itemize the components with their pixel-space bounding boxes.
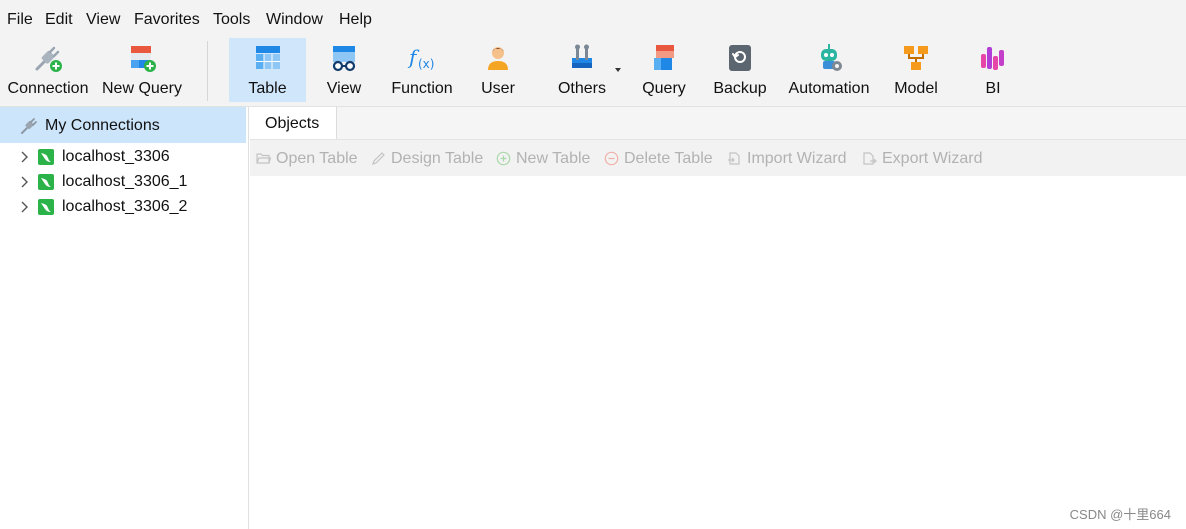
open-table-label: Open Table xyxy=(276,150,358,167)
bi-button[interactable]: BI xyxy=(964,38,1022,102)
query-label: Query xyxy=(642,80,686,97)
automation-icon xyxy=(821,44,842,71)
menu-help[interactable]: Help xyxy=(339,10,372,30)
table-icon xyxy=(255,46,280,69)
main-toolbar: Connection New Query Table View f (x) Fu… xyxy=(0,38,1186,107)
query-button[interactable]: Query xyxy=(630,38,698,102)
menu-bar: File Edit View Favorites Tools Window He… xyxy=(0,0,1186,38)
user-label: User xyxy=(481,80,515,97)
mysql-connection-icon xyxy=(38,199,54,215)
import-icon xyxy=(728,152,740,165)
model-label: Model xyxy=(894,80,938,97)
new-query-icon xyxy=(131,46,156,72)
connection-row-localhost-3306-2[interactable]: localhost_3306_2 xyxy=(0,195,246,220)
connection-label: localhost_3306_2 xyxy=(62,198,188,215)
view-label: View xyxy=(326,80,362,97)
menu-edit[interactable]: Edit xyxy=(45,10,73,30)
chevron-right-icon[interactable] xyxy=(19,150,31,164)
connection-icon xyxy=(35,46,62,72)
backup-label: Backup xyxy=(713,80,767,97)
function-icon: f (x) xyxy=(407,45,434,71)
connection-label: Connection xyxy=(7,80,89,97)
model-button[interactable]: Model xyxy=(884,38,948,102)
query-icon xyxy=(654,45,674,70)
import-wizard-label: Import Wizard xyxy=(747,150,847,167)
tab-strip: Objects xyxy=(250,107,1186,140)
chevron-right-icon[interactable] xyxy=(19,200,31,214)
connection-label: localhost_3306 xyxy=(62,148,170,165)
table-button[interactable]: Table xyxy=(229,38,306,102)
user-button[interactable]: User xyxy=(464,38,532,102)
function-label: Function xyxy=(391,80,453,97)
bi-icon xyxy=(981,47,1004,70)
others-icon xyxy=(572,44,592,68)
tab-objects-label: Objects xyxy=(265,115,320,132)
menu-window[interactable]: Window xyxy=(266,10,323,30)
connection-icon xyxy=(21,118,37,134)
svg-text:(x): (x) xyxy=(418,57,434,71)
backup-button[interactable]: Backup xyxy=(708,38,772,102)
connection-row-localhost-3306-1[interactable]: localhost_3306_1 xyxy=(0,170,246,195)
my-connections-label: My Connections xyxy=(45,117,160,134)
minus-circle-icon xyxy=(604,151,619,166)
watermark-text: CSDN @十里664 xyxy=(1069,507,1171,522)
delete-table-label: Delete Table xyxy=(624,150,713,167)
mysql-connection-icon xyxy=(38,149,54,165)
bi-label: BI xyxy=(985,80,1001,97)
table-label: Table xyxy=(248,80,287,97)
design-table-label: Design Table xyxy=(391,150,484,167)
menu-favorites[interactable]: Favorites xyxy=(134,10,200,30)
view-button[interactable]: View xyxy=(308,38,380,102)
function-button[interactable]: f (x) Function xyxy=(384,38,460,102)
menu-tools[interactable]: Tools xyxy=(213,10,250,30)
pencil-icon xyxy=(372,152,385,165)
objects-action-bar: Open Table Design Table New Table Delete… xyxy=(250,140,1186,176)
view-icon xyxy=(332,46,356,72)
folder-open-icon xyxy=(256,153,271,164)
others-label: Others xyxy=(557,80,606,97)
new-table-label: New Table xyxy=(516,150,591,167)
connection-row-localhost-3306[interactable]: localhost_3306 xyxy=(0,145,246,170)
chevron-right-icon[interactable] xyxy=(19,175,31,189)
mysql-connection-icon xyxy=(38,174,54,190)
menu-file[interactable]: File xyxy=(7,10,33,30)
menu-view[interactable]: View xyxy=(86,10,120,30)
others-button[interactable]: Others xyxy=(546,38,618,102)
new-query-button[interactable]: New Query xyxy=(96,38,188,102)
plus-circle-icon xyxy=(496,151,511,166)
user-icon xyxy=(488,47,508,70)
export-wizard-label: Export Wizard xyxy=(882,150,983,167)
tab-objects[interactable]: Objects xyxy=(250,107,337,139)
toolbar-separator xyxy=(207,41,208,101)
automation-button[interactable]: Automation xyxy=(782,38,876,102)
export-icon xyxy=(863,152,877,165)
model-icon xyxy=(904,46,928,70)
new-query-label: New Query xyxy=(101,80,183,97)
objects-content-area[interactable] xyxy=(250,176,1186,529)
backup-icon xyxy=(729,45,751,71)
my-connections-header[interactable]: My Connections xyxy=(0,107,246,143)
connections-sidebar: My Connections localhost_3306 localhost_… xyxy=(0,107,249,529)
connection-button[interactable]: Connection xyxy=(2,38,94,102)
connection-label: localhost_3306_1 xyxy=(62,173,188,190)
automation-label: Automation xyxy=(788,80,870,97)
others-dropdown-arrow-icon[interactable] xyxy=(615,68,621,72)
